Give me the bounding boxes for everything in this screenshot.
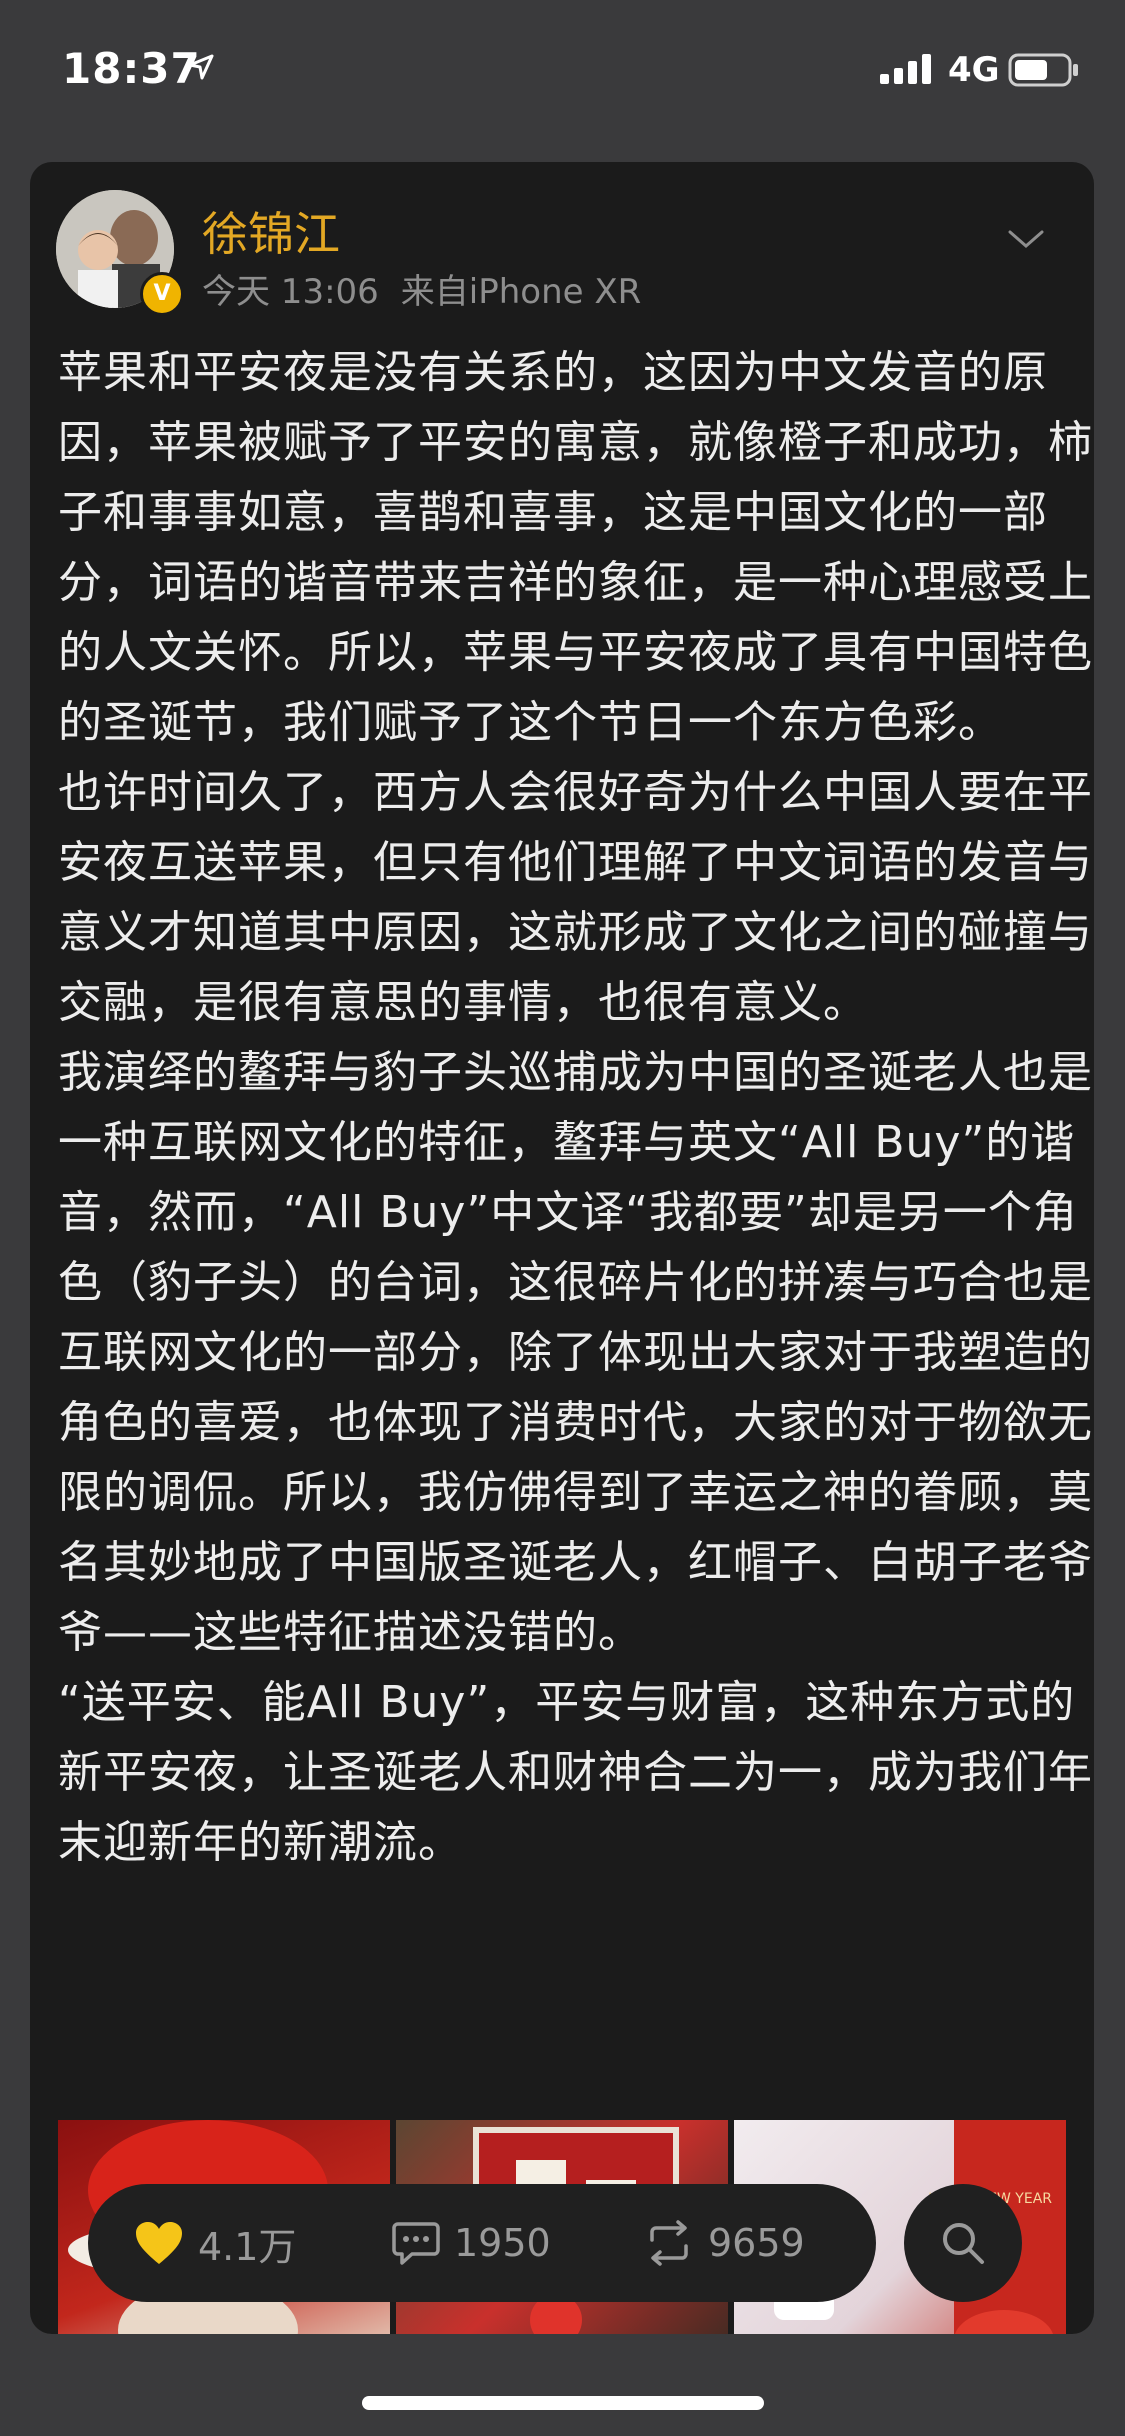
search-button[interactable]: [904, 2184, 1022, 2302]
author-name[interactable]: 徐锦江: [202, 198, 340, 264]
repost-count: 9659: [708, 2221, 805, 2265]
status-bar: 18:37 4G: [0, 0, 1125, 140]
search-icon: [943, 2223, 984, 2264]
chevron-down-icon[interactable]: [1006, 228, 1046, 252]
status-time: 18:37: [62, 44, 201, 93]
post-paragraph: 我演绎的鳌拜与豹子头巡捕成为中国的圣诞老人也是一种互联网文化的特征，鳌拜与英文“…: [58, 1047, 1093, 1658]
comment-button[interactable]: 1950: [392, 2184, 551, 2302]
comment-icon: [392, 2222, 440, 2265]
heart-icon: [136, 2222, 182, 2264]
like-button[interactable]: 4.1万: [134, 2184, 296, 2302]
post-timestamp: 今天 13:06: [202, 272, 379, 312]
post-card: V 徐锦江 今天 13:06 来自iPhone XR 苹果和平安夜是没有关系的，这…: [30, 162, 1094, 2334]
cell-signal-icon: [880, 54, 931, 84]
home-indicator[interactable]: [362, 2396, 764, 2410]
repost-icon: [650, 2220, 688, 2266]
comment-count: 1950: [454, 2221, 551, 2265]
post-source: 来自iPhone XR: [400, 272, 642, 312]
repost-button[interactable]: 9659: [644, 2184, 805, 2302]
network-type: 4G: [948, 50, 1000, 90]
verified-badge: V: [140, 272, 184, 316]
post-meta: 今天 13:06 来自iPhone XR: [202, 264, 663, 313]
post-paragraph: “送平安、能All Buy”，平安与财富，这种东方式的新平安夜，让圣诞老人和财神…: [58, 1677, 1093, 1868]
action-bar: 4.1万 1950 9659: [88, 2184, 876, 2302]
post-body: 苹果和平安夜是没有关系的，这因为中文发音的原因，苹果被赋予了平安的寓意，就像橙子…: [58, 338, 1094, 1878]
battery-icon: [1008, 53, 1078, 87]
like-count: 4.1万: [198, 2224, 297, 2269]
post-paragraph: 也许时间久了，西方人会很好奇为什么中国人要在平安夜互送苹果，但只有他们理解了中文…: [58, 767, 1093, 1028]
post-paragraph: 苹果和平安夜是没有关系的，这因为中文发音的原因，苹果被赋予了平安的寓意，就像橙子…: [58, 347, 1093, 748]
location-arrow-icon: [188, 54, 214, 80]
